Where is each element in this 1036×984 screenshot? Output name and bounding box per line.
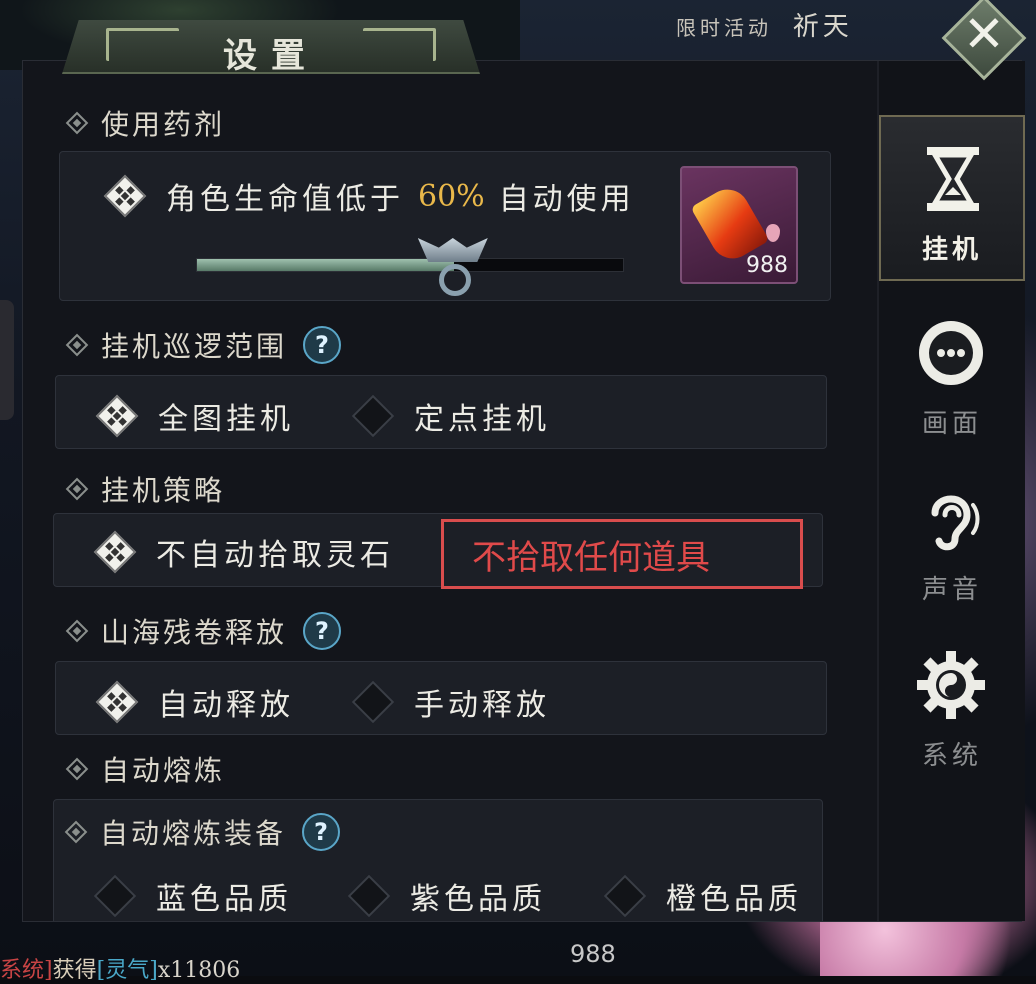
smelt-option-label: 蓝色品质 [156, 882, 292, 917]
potion-threshold-percent: 60% [418, 178, 485, 214]
scroll-option-label: 手动释放 [414, 688, 550, 723]
scroll-box: 自动释放 手动释放 [55, 661, 827, 735]
sub-header-smelt-equipment: 自动熔炼装备 ? [64, 812, 341, 852]
annotation-text: 不拾取任何道具 [472, 538, 710, 577]
radio-unselected-icon[interactable] [351, 680, 395, 724]
strategy-option-no-spirit-stone[interactable]: 不自动拾取灵石 [92, 530, 394, 574]
hourglass-icon [927, 147, 979, 211]
chat-channel: 系统 [0, 958, 45, 983]
section-bullet-icon [65, 333, 89, 357]
section-header-potion: 使用药剂 [65, 103, 226, 143]
tab-system[interactable]: 系统 [879, 623, 1025, 789]
section-bullet-icon [65, 477, 89, 501]
tab-label: 挂机 [921, 235, 982, 265]
title-plate: 设置 [62, 20, 480, 74]
slider-fill [197, 259, 454, 271]
potion-item-slot[interactable]: 988 [680, 166, 798, 284]
section-title-smelt: 自动熔炼 [101, 754, 226, 787]
section-header-strategy: 挂机策略 [65, 469, 226, 509]
smelt-option-label: 橙色品质 [666, 882, 802, 917]
section-bullet-icon [65, 757, 89, 781]
section-bullet-icon [65, 619, 89, 643]
smelt-option-blue[interactable]: 蓝色品质 [92, 874, 292, 918]
smelt-option-label: 紫色品质 [410, 882, 546, 917]
radio-unselected-icon[interactable] [93, 874, 137, 918]
chat-amount: x11806 [157, 958, 241, 983]
hud-label-pray[interactable]: 祈天 [793, 12, 853, 42]
smelt-option-purple[interactable]: 紫色品质 [346, 874, 546, 918]
settings-content[interactable]: 使用药剂 角色生命值低于 60% 自动使用 988 挂机巡逻范围 ? 全图挂机 … [23, 61, 877, 921]
tab-idle[interactable]: 挂机 [879, 115, 1025, 281]
radio-unselected-icon[interactable] [603, 874, 647, 918]
section-title-scroll: 山海残卷释放 [101, 616, 288, 649]
window-title: 设置 [223, 36, 319, 76]
hp-threshold-slider[interactable] [196, 258, 624, 272]
patrol-option-full-map[interactable]: 全图挂机 [94, 394, 294, 438]
section-header-smelt: 自动熔炼 [65, 749, 226, 789]
section-title-strategy: 挂机策略 [101, 474, 226, 507]
potion-label-suffix: 自动使用 [498, 182, 635, 217]
section-bullet-icon [64, 820, 88, 844]
patrol-option-fixed-point[interactable]: 定点挂机 [350, 394, 550, 438]
patrol-option-label: 定点挂机 [414, 402, 550, 437]
potion-item-count: 988 [746, 253, 788, 278]
close-icon: ✕ [963, 5, 1005, 63]
tab-sound[interactable]: 声音 [879, 457, 1025, 623]
settings-panel: 使用药剂 角色生命值低于 60% 自动使用 988 挂机巡逻范围 ? 全图挂机 … [22, 60, 1025, 922]
sub-title-smelt-equipment: 自动熔炼装备 [100, 817, 287, 850]
annotation-box: 不拾取任何道具 [441, 519, 803, 589]
hud-label-limited-event[interactable]: 限时活动 [676, 16, 772, 40]
close-button[interactable]: ✕ [941, 0, 1027, 81]
ear-icon [931, 495, 980, 551]
display-icon [919, 321, 983, 385]
scroll-option-auto[interactable]: 自动释放 [94, 680, 294, 724]
slider-handle[interactable] [417, 238, 488, 298]
section-header-patrol: 挂机巡逻范围 ? [65, 325, 342, 365]
scroll-option-label: 自动释放 [158, 688, 294, 723]
help-icon[interactable]: ? [302, 813, 341, 851]
smelt-option-orange[interactable]: 橙色品质 [602, 874, 802, 918]
tab-label: 画面 [921, 409, 982, 439]
radio-unselected-icon[interactable] [351, 394, 395, 438]
slider-handle-wings-icon [417, 238, 488, 262]
tab-label: 声音 [921, 575, 982, 605]
bottom-item-count: 988 [570, 940, 616, 968]
settings-sidebar: 挂机 画面 声音 系统 [877, 61, 1025, 921]
help-icon[interactable]: ? [303, 326, 342, 364]
strategy-option-label: 不自动拾取灵石 [156, 538, 394, 573]
checkbox-checked-icon[interactable] [103, 174, 147, 218]
section-header-scroll: 山海残卷释放 ? [65, 611, 342, 651]
top-hud: 限时活动 祈天 [676, 6, 853, 43]
potion-option[interactable]: 角色生命值低于 60% 自动使用 [102, 174, 635, 218]
radio-selected-icon[interactable] [95, 394, 139, 438]
section-title-potion: 使用药剂 [101, 108, 226, 141]
potion-label-prefix: 角色生命值低于 [166, 182, 404, 217]
section-title-patrol: 挂机巡逻范围 [101, 330, 288, 363]
patrol-option-label: 全图挂机 [158, 402, 294, 437]
scroll-option-manual[interactable]: 手动释放 [350, 680, 550, 724]
chat-line[interactable]: 系统]获得[灵气]x11806 [0, 952, 240, 984]
potion-box: 角色生命值低于 60% 自动使用 988 [59, 151, 831, 301]
checkbox-checked-icon[interactable] [93, 530, 137, 574]
gear-icon [917, 651, 985, 719]
chat-verb: 获得 [52, 958, 97, 983]
chat-item: 灵气 [105, 958, 150, 983]
radio-selected-icon[interactable] [95, 680, 139, 724]
help-icon[interactable]: ? [303, 612, 342, 650]
tab-display[interactable]: 画面 [879, 291, 1025, 457]
patrol-box: 全图挂机 定点挂机 [55, 375, 827, 449]
tab-label: 系统 [921, 741, 982, 771]
background-pillar [0, 300, 14, 420]
drop-icon [766, 224, 780, 242]
smelt-box: 自动熔炼装备 ? 蓝色品质 紫色品质 橙色品质 [53, 799, 823, 921]
section-bullet-icon [65, 111, 89, 135]
radio-unselected-icon[interactable] [347, 874, 391, 918]
slider-handle-ring-icon [438, 264, 471, 296]
